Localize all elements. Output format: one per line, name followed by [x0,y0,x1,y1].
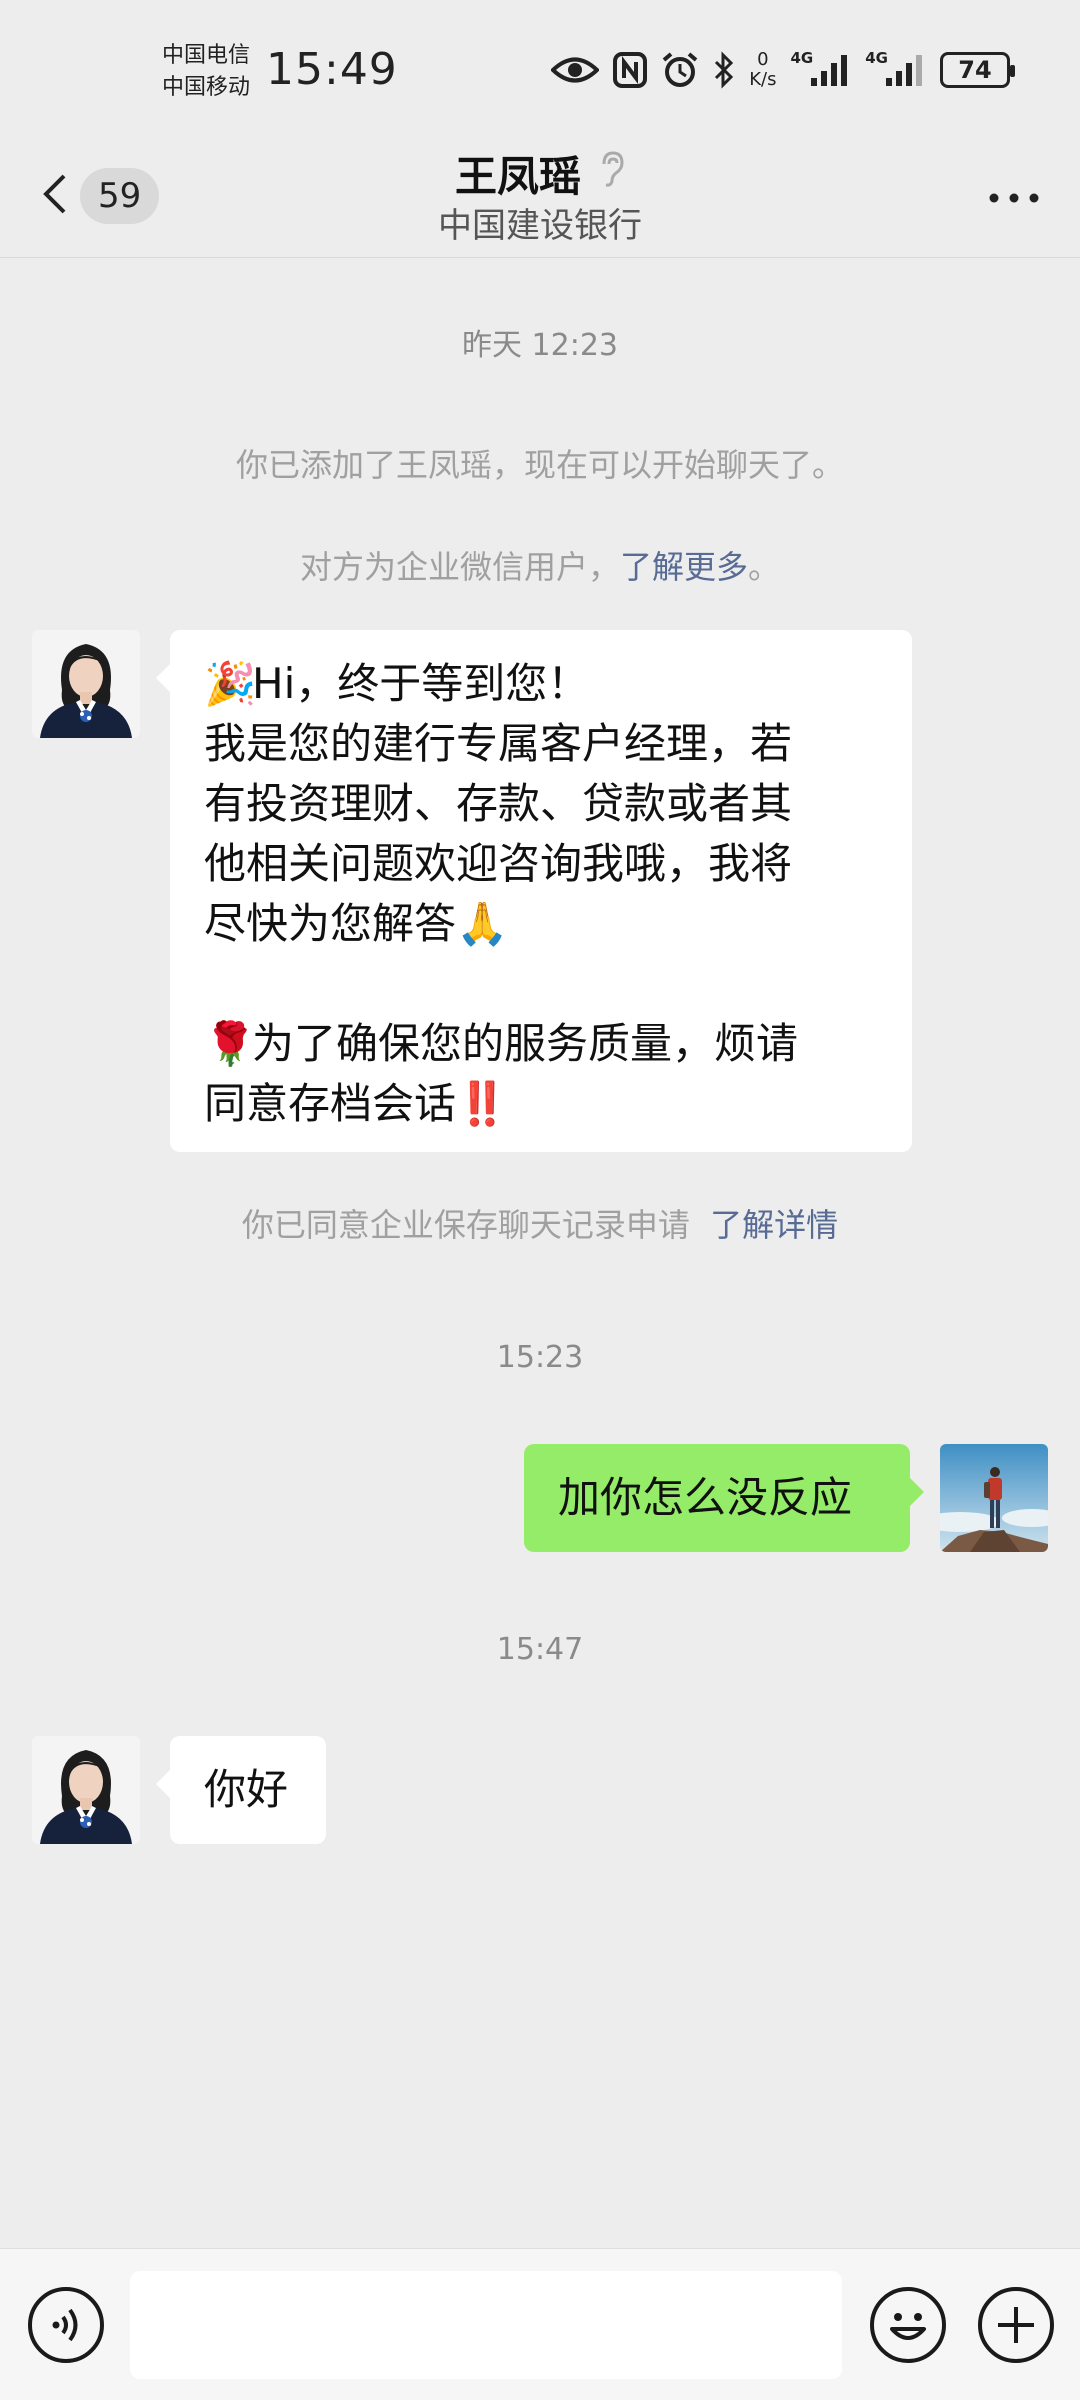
message-line: 同意存档会话‼️ [204,1074,878,1134]
learn-details-link[interactable]: 了解详情 [710,1206,838,1244]
voice-button[interactable] [28,2287,104,2363]
carrier-1: 中国电信 [162,43,251,68]
folded-hands-emoji: 🙏 [456,899,509,948]
contact-avatar[interactable] [32,630,140,738]
message-timestamp: 15:23 [496,1340,584,1375]
carrier-info: 中国电信 中国移动 [162,40,250,104]
eye-icon [551,55,600,85]
nfc-icon [613,52,648,88]
back-chevron-icon [40,166,70,226]
message-line: 有投资理财、存款、贷款或者其 [204,779,793,828]
system-message-text: 你已同意企业保存聊天记录申请 [241,1206,690,1244]
status-icons: 0 K/s 4G 4G 74 [551,46,1015,94]
signal-icon: 4G [865,49,926,88]
more-button[interactable] [984,178,1044,218]
chat-title-row: 王凤瑶 [455,140,625,206]
alarm-icon [661,51,699,89]
signal-1-label: 4G [790,49,814,67]
net-speed-unit: K/s [749,69,777,90]
learn-more-link[interactable]: 了解更多 [620,548,748,586]
chat-message-list[interactable]: 昨天 12:23 你已添加了王凤瑶，现在可以开始聊天了。 对方为企业微信用户，了… [0,258,1080,2248]
battery-level: 74 [958,56,992,84]
message-line: 我是您的建行专属客户经理，若 [204,719,793,768]
message-bubble-incoming[interactable]: 你好 [156,1736,326,1844]
system-message-end: 。 [748,548,781,586]
rose-emoji: 🌹 [204,1019,257,1068]
chat-title: 王凤瑶 [454,151,581,201]
message-line: 加你怎么没反应 [558,1473,853,1522]
message-bubble-outgoing[interactable]: 加你怎么没反应 [524,1444,924,1552]
double-exclamation-emoji: ‼️ [456,1079,509,1128]
more-actions-button[interactable] [978,2287,1054,2363]
back-button[interactable]: 59 [40,166,160,226]
message-line: 你好 [204,1765,289,1814]
signal-icon: 4G [790,49,852,88]
battery-icon: 74 [940,52,1015,88]
network-speed: 0 K/s [749,50,776,90]
message-line: 🎉Hi，终于等到您！ [204,654,878,714]
status-bar: 中国电信 中国移动 15:49 0 K/s 4G 4G 74 [0,0,1080,140]
bluetooth-icon [713,51,735,89]
more-icon [984,193,1044,222]
signal-2-label: 4G [865,49,888,67]
net-speed-value: 0 [757,49,769,70]
input-bar [0,2248,1080,2400]
system-message-added: 你已添加了王凤瑶，现在可以开始聊天了。 [235,446,844,484]
carrier-2: 中国移动 [162,75,251,100]
emoji-button[interactable] [870,2287,946,2363]
system-message-enterprise: 对方为企业微信用户，了解更多。 [0,542,1080,588]
ear-icon [599,149,625,198]
system-message-archive: 你已同意企业保存聊天记录申请 了解详情 [0,1200,1080,1246]
message-line: 🌹为了确保您的服务质量，烦请 [204,1014,878,1074]
message-input[interactable] [130,2271,842,2379]
message-line: 他相关问题欢迎咨询我哦，我将 [204,839,793,888]
message-timestamp: 昨天 12:23 [462,328,618,363]
my-avatar[interactable] [940,1444,1048,1552]
system-message-text: 对方为企业微信用户， [299,548,620,586]
message-bubble-incoming[interactable]: 🎉Hi，终于等到您！ 我是您的建行专属客户经理，若 有投资理财、存款、贷款或者其… [156,630,912,1152]
chat-subtitle: 中国建设银行 [438,206,642,246]
unread-count-badge: 59 [80,168,160,224]
message-timestamp: 15:47 [496,1632,584,1667]
status-time: 15:49 [266,44,398,95]
contact-avatar[interactable] [32,1736,140,1844]
chat-title-block: 王凤瑶 中国建设银行 [0,140,1080,246]
chat-header: 王凤瑶 中国建设银行 59 [0,140,1080,258]
message-line: 尽快为您解答🙏 [204,894,878,954]
party-popper-emoji: 🎉 [204,659,257,708]
